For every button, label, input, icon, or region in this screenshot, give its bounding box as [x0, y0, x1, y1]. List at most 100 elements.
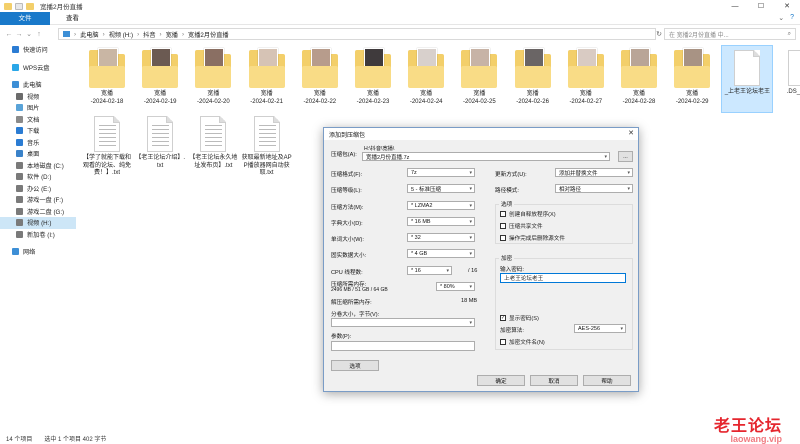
dialog-title: 添加到压缩包: [329, 132, 366, 139]
sidebar-item-label: 快速访问: [23, 47, 48, 55]
expand-ribbon-icon[interactable]: ⌄: [778, 14, 784, 22]
tab-view[interactable]: 查看: [58, 12, 87, 25]
breadcrumb-this-pc[interactable]: 此电脑: [80, 30, 99, 39]
close-button[interactable]: ✕: [774, 0, 800, 12]
maximize-button[interactable]: ☐: [748, 0, 774, 12]
encrypt-names-checkbox[interactable]: 加密文件名(N): [500, 338, 545, 346]
show-password-checkbox[interactable]: ✓ 显示密码(S): [500, 314, 539, 322]
sidebar-item-label: 音乐: [27, 139, 40, 147]
dialog-close-icon[interactable]: ✕: [628, 129, 634, 137]
txt-file-item[interactable]: 【老王论坛介绍】.txt: [135, 112, 185, 170]
sidebar-item[interactable]: 视频: [0, 91, 76, 103]
shared-files-checkbox[interactable]: 压缩共享文件: [500, 222, 543, 230]
recent-chevron-icon[interactable]: ⌄: [24, 28, 34, 40]
password-input[interactable]: 上老王论坛老王: [500, 273, 626, 283]
sidebar-item-icon: [16, 104, 23, 112]
encryption-method-select[interactable]: AES-256 ▾: [574, 324, 626, 333]
folder-item[interactable]: 宽播 -2024-02-18: [82, 46, 132, 106]
sidebar-item[interactable]: 视频 (H:): [0, 217, 76, 229]
help-button[interactable]: 帮助: [583, 375, 631, 386]
solid-block-value: * 4 GB: [411, 250, 428, 257]
path-mode-select[interactable]: 相对路径 ▾: [555, 184, 633, 193]
breadcrumb-kuanbo[interactable]: 宽播: [166, 30, 178, 39]
folder-icon: [142, 48, 179, 88]
selection-info: 选中 1 个项目 402 字节: [44, 436, 107, 443]
folder-item[interactable]: 宽播 -2024-02-20: [188, 46, 238, 106]
properties-icon[interactable]: [15, 2, 23, 10]
sidebar-item[interactable]: 本地磁盘 (C:): [0, 160, 76, 172]
memory-usage-select[interactable]: * 80% ▾: [436, 282, 475, 291]
sidebar-item[interactable]: 音乐: [0, 137, 76, 149]
sfx-checkbox[interactable]: 创建自释放程序(X): [500, 210, 556, 218]
split-size-select[interactable]: ▾: [331, 318, 475, 327]
sidebar-item[interactable]: 桌面: [0, 148, 76, 160]
parameters-input[interactable]: [331, 341, 475, 351]
sidebar-item[interactable]: 下载: [0, 125, 76, 137]
delete-after-checkbox[interactable]: 操作完成后删除源文件: [500, 234, 565, 242]
refresh-icon[interactable]: ↻: [654, 28, 664, 40]
archive-label: 压缩包(A):: [331, 152, 357, 158]
options-button[interactable]: 选项: [331, 360, 379, 371]
address-bar[interactable]: › 此电脑 › 视频 (H:) › 抖音 › 宽播 › 宽播2月份直播: [58, 28, 656, 40]
address-row: ← → ⌄ ↑ › 此电脑 › 视频 (H:) › 抖音 › 宽播 › 宽播2月…: [0, 27, 800, 41]
sidebar-item[interactable]: 办公 (E:): [0, 183, 76, 195]
txt-file-item[interactable]: 【学了就能下载和观看的论坛、纯免费！】.txt: [82, 112, 132, 178]
word-size-select[interactable]: * 32 ▾: [407, 233, 475, 242]
show-password-label: 显示密码(S): [509, 316, 539, 322]
sidebar-item-label: 游戏二盘 (G:): [27, 208, 65, 216]
sidebar-item[interactable]: 网络: [0, 246, 76, 258]
breadcrumb-current[interactable]: 宽播2月份直播: [188, 30, 229, 39]
folder-item[interactable]: 宽播 -2024-02-23: [348, 46, 398, 106]
format-select[interactable]: 7z ▾: [407, 168, 475, 177]
up-arrow-icon[interactable]: ↑: [34, 28, 44, 40]
sidebar-item[interactable]: 游戏二盘 (G:): [0, 206, 76, 218]
folder-item[interactable]: 宽播 -2024-02-28: [614, 46, 664, 106]
file-item[interactable]: .DS_Store: [776, 46, 800, 112]
folder-item[interactable]: 宽播 -2024-02-22: [295, 46, 345, 106]
folder-name: 宽播 -2024-02-28: [622, 91, 656, 105]
update-mode-value: 添加并替换文件: [559, 170, 598, 177]
cpu-threads-select[interactable]: * 16 ▾: [407, 266, 452, 275]
cpu-threads-total: / 16: [468, 268, 478, 274]
folder-item[interactable]: 宽播 -2024-02-29: [667, 46, 717, 106]
minimize-button[interactable]: —: [722, 0, 748, 12]
file-name: 【学了就能下载和观看的论坛、纯免费！】.txt: [82, 155, 131, 176]
sidebar-item-icon: [12, 248, 19, 256]
forward-arrow-icon[interactable]: →: [14, 28, 24, 40]
sidebar-item[interactable]: 软件 (D:): [0, 171, 76, 183]
sidebar-item[interactable]: 新加卷 (I:): [0, 229, 76, 241]
txt-file-item[interactable]: 【老王论坛永久地址发布页】.txt: [188, 112, 238, 170]
txt-file-item[interactable]: 获取最新地址及APP播放器网自动获取.txt: [242, 112, 292, 178]
browse-button[interactable]: ...: [618, 151, 633, 162]
sidebar-item[interactable]: 此电脑: [0, 79, 76, 91]
sidebar-item[interactable]: 游戏一盘 (F:): [0, 194, 76, 206]
solid-block-select[interactable]: * 4 GB ▾: [407, 249, 475, 258]
quick-access-toolbar: [0, 2, 34, 10]
archive-name-combo[interactable]: 宽播2月份直播.7z ▾: [362, 152, 610, 161]
folder-item[interactable]: 宽播 -2024-02-21: [242, 46, 292, 106]
level-select[interactable]: 5 - 标准压缩 ▾: [407, 184, 475, 193]
folder-item[interactable]: 宽播 -2024-02-19: [135, 46, 185, 106]
sidebar-item[interactable]: 文档: [0, 114, 76, 126]
folder-item[interactable]: 宽播 -2024-02-25: [454, 46, 504, 106]
sidebar-item[interactable]: WPS云盘: [0, 62, 76, 74]
tab-file[interactable]: 文件: [0, 11, 50, 25]
method-select[interactable]: * LZMA2 ▾: [407, 201, 475, 210]
help-icon[interactable]: ?: [790, 14, 794, 22]
file-item[interactable]: _上老王论坛老王: [721, 45, 774, 113]
search-input[interactable]: 在 宽播2月份直播 中... ⌕: [664, 28, 796, 40]
sidebar-item[interactable]: 图片: [0, 102, 76, 114]
sidebar-item[interactable]: 快速访问: [0, 44, 76, 56]
folder-item[interactable]: 宽播 -2024-02-24: [401, 46, 451, 106]
breadcrumb-drive-h[interactable]: 视频 (H:): [109, 30, 133, 39]
back-arrow-icon[interactable]: ←: [4, 28, 14, 40]
folder-name: 宽播 -2024-02-25: [463, 91, 496, 105]
folder-item[interactable]: 宽播 -2024-02-27: [561, 46, 611, 106]
cancel-button[interactable]: 取消: [530, 375, 578, 386]
ok-button[interactable]: 确定: [477, 375, 525, 386]
new-folder-icon[interactable]: [26, 2, 34, 10]
folder-item[interactable]: 宽播 -2024-02-26: [508, 46, 558, 106]
update-mode-select[interactable]: 添加并替换文件 ▾: [555, 168, 633, 177]
breadcrumb-douyin[interactable]: 抖音: [143, 30, 155, 39]
dictionary-select[interactable]: * 16 MB ▾: [407, 217, 475, 226]
